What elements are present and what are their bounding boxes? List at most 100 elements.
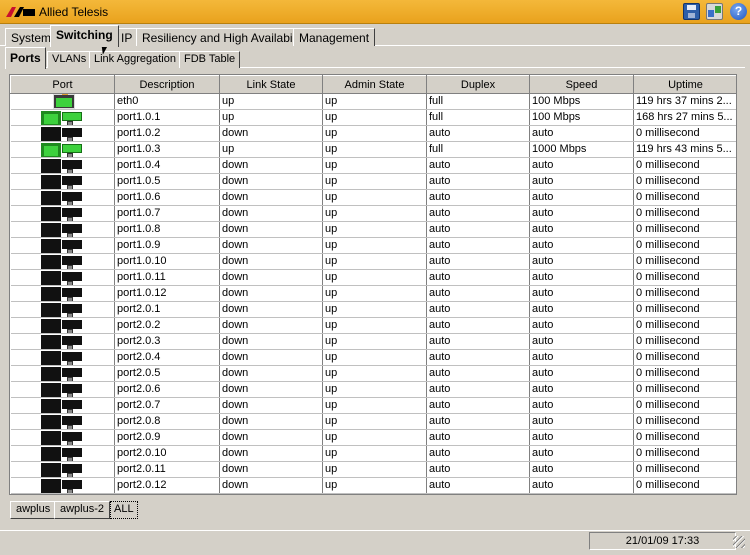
col-header-admin-state[interactable]: Admin State [322,75,427,94]
table-row[interactable]: port2.0.10 down up auto auto 0 millisecond [10,445,736,462]
table-row[interactable]: port2.0.5 down up auto auto 0 millisecond [10,365,736,382]
network-icon[interactable] [706,3,723,20]
table-row[interactable]: port2.0.6 down up auto auto 0 millisecond [10,381,736,398]
tab-resiliency[interactable]: Resiliency and High Availability [136,28,314,46]
port-down-icon [40,366,85,381]
cell-link-state: down [219,429,323,446]
cell-speed: auto [529,461,634,478]
tab-fdb-table[interactable]: FDB Table [179,51,241,68]
cell-uptime: 0 millisecond [633,381,736,398]
cell-link-state: down [219,333,323,350]
device-tab-awplus[interactable]: awplus [10,501,57,519]
cell-admin-state: up [322,125,427,142]
table-row[interactable]: port1.0.1 up up full 100 Mbps 168 hrs 27 mins… [10,109,736,126]
cell-description: port2.0.9 [114,429,220,446]
cell-speed: auto [529,477,634,494]
cell-admin-state: up [322,477,427,494]
cell-link-state: down [219,125,323,142]
tab-vlans[interactable]: VLANs [47,51,92,68]
tab-switching[interactable]: Switching [50,25,119,47]
cell-uptime: 0 millisecond [633,285,736,302]
cell-duplex: auto [426,365,530,382]
cell-speed: auto [529,237,634,254]
cell-speed: auto [529,205,634,222]
table-row[interactable]: port1.0.10 down up auto auto 0 millisecond [10,253,736,270]
table-row[interactable]: port2.0.11 down up auto auto 0 millisecond [10,461,736,478]
cell-uptime: 0 millisecond [633,429,736,446]
cell-description: port2.0.6 [114,381,220,398]
device-tab-all[interactable]: ALL [110,501,138,519]
cell-admin-state: up [322,381,427,398]
title-bar: Allied Telesis ? [0,0,750,24]
col-header-link-state[interactable]: Link State [219,75,323,94]
save-icon[interactable] [683,3,700,20]
table-row[interactable]: port1.0.4 down up auto auto 0 millisecond [10,157,736,174]
port-down-icon [40,126,85,141]
port-cell [10,365,115,382]
table-row[interactable]: port2.0.7 down up auto auto 0 millisecond [10,397,736,414]
port-down-icon [40,462,85,477]
cell-duplex: auto [426,157,530,174]
table-row[interactable]: port1.0.11 down up auto auto 0 millisecond [10,269,736,286]
cell-description: port2.0.2 [114,317,220,334]
cell-admin-state: up [322,285,427,302]
table-row[interactable]: port1.0.9 down up auto auto 0 millisecond [10,237,736,254]
table-row[interactable]: eth0 up up full 100 Mbps 119 hrs 37 mins 2... [10,93,736,110]
port-down-icon [40,446,85,461]
cell-admin-state: up [322,333,427,350]
port-cell [10,429,115,446]
table-row[interactable]: port1.0.8 down up auto auto 0 millisecond [10,221,736,238]
cell-uptime: 119 hrs 43 mins 5... [633,141,736,158]
cell-duplex: auto [426,397,530,414]
device-tab-awplus-2[interactable]: awplus-2 [54,501,111,519]
table-row[interactable]: port1.0.6 down up auto auto 0 millisecond [10,189,736,206]
cell-link-state: up [219,93,323,110]
cell-admin-state: up [322,269,427,286]
cell-duplex: auto [426,317,530,334]
table-row[interactable]: port1.0.12 down up auto auto 0 millisecond [10,285,736,302]
tab-ports[interactable]: Ports [5,47,46,69]
tab-management[interactable]: Management [293,28,376,46]
table-row[interactable]: port1.0.2 down up auto auto 0 millisecond [10,125,736,142]
cell-speed: auto [529,269,634,286]
cell-speed: 100 Mbps [529,93,634,110]
table-row[interactable]: port2.0.8 down up auto auto 0 millisecond [10,413,736,430]
port-down-icon [40,302,85,317]
port-cell [10,221,115,238]
table-row[interactable]: port1.0.7 down up auto auto 0 millisecond [10,205,736,222]
col-header-uptime[interactable]: Uptime [633,75,736,94]
port-cell [10,445,115,462]
cell-speed: 100 Mbps [529,109,634,126]
col-header-description[interactable]: Description [114,75,220,94]
table-row[interactable]: port2.0.12 down up auto auto 0 millisecond [10,477,736,494]
cell-duplex: auto [426,173,530,190]
ports-table[interactable]: Port Description Link State Admin State … [9,74,737,495]
cell-uptime: 0 millisecond [633,445,736,462]
cell-description: port1.0.10 [114,253,220,270]
cell-uptime: 0 millisecond [633,269,736,286]
table-row[interactable]: port2.0.3 down up auto auto 0 millisecond [10,333,736,350]
cell-link-state: down [219,365,323,382]
table-row[interactable]: port2.0.2 down up auto auto 0 millisecond [10,317,736,334]
table-row[interactable]: port2.0.1 down up auto auto 0 millisecond [10,301,736,318]
cell-uptime: 0 millisecond [633,125,736,142]
table-row[interactable]: port2.0.4 down up auto auto 0 millisecond [10,349,736,366]
table-row[interactable]: port1.0.5 down up auto auto 0 millisecond [10,173,736,190]
cell-admin-state: up [322,413,427,430]
help-icon[interactable]: ? [730,3,747,20]
col-header-port[interactable]: Port [10,75,115,94]
cell-description: port1.0.1 [114,109,220,126]
col-header-speed[interactable]: Speed [529,75,634,94]
col-header-duplex[interactable]: Duplex [426,75,530,94]
resize-grip-icon[interactable] [733,536,745,548]
cell-uptime: 0 millisecond [633,317,736,334]
cell-description: port2.0.1 [114,301,220,318]
cell-duplex: auto [426,253,530,270]
cell-speed: auto [529,349,634,366]
cell-description: port2.0.8 [114,413,220,430]
table-row[interactable]: port1.0.3 up up full 1000 Mbps 119 hrs 43 min… [10,141,736,158]
port-down-icon [40,334,85,349]
cell-speed: auto [529,125,634,142]
table-row[interactable]: port2.0.9 down up auto auto 0 millisecond [10,429,736,446]
cell-link-state: down [219,285,323,302]
